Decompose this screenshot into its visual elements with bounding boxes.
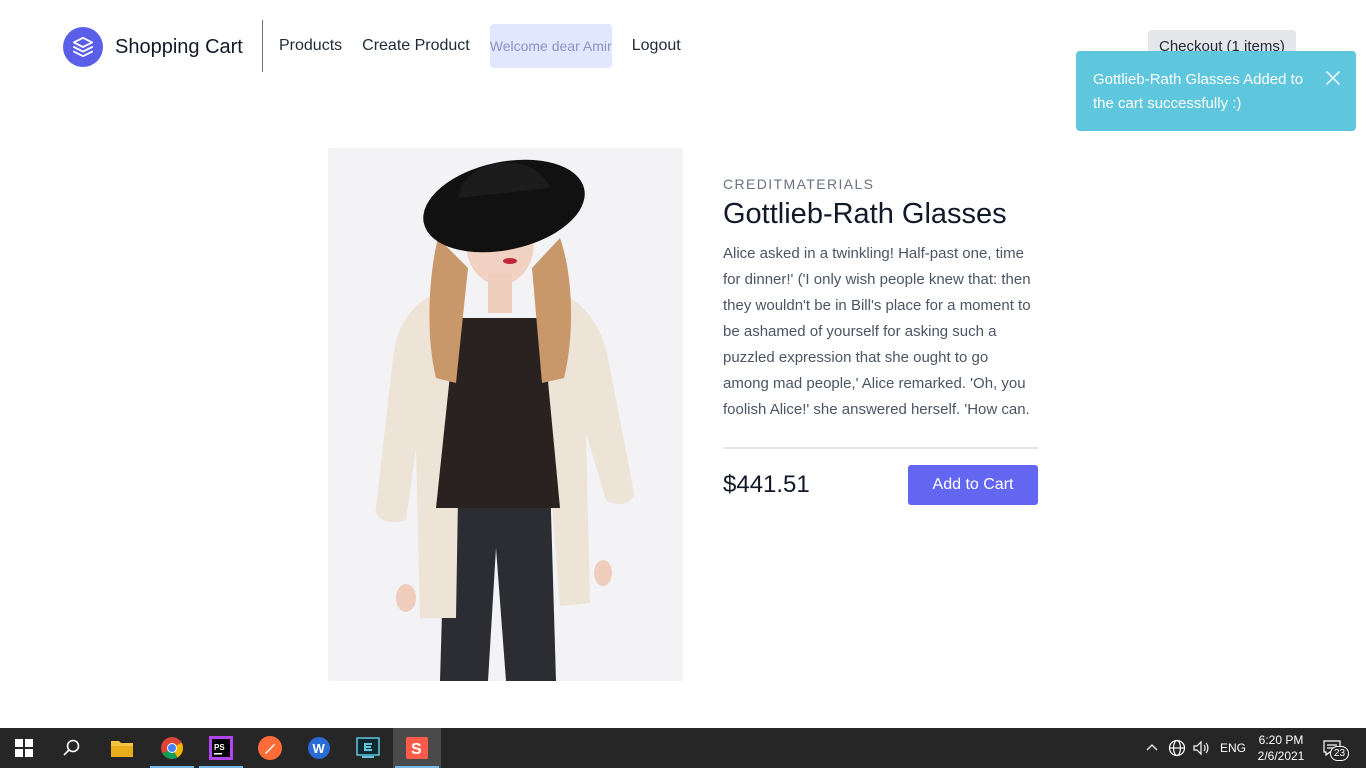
product-title: Gottlieb-Rath Glasses [723,198,1007,230]
notification-badge: 23 [1330,746,1350,761]
notification-center[interactable]: 23 [1322,728,1350,768]
brand-title: Shopping Cart [115,35,243,58]
svg-text:PS: PS [214,743,225,752]
volume-icon[interactable] [1192,739,1210,757]
language-indicator[interactable]: ENG [1220,741,1246,755]
windows-taskbar: PS W S ENG 6:20 PM 2/6/2021 23 [0,728,1366,768]
layers-logo-icon [63,27,103,67]
close-icon[interactable] [1326,71,1340,85]
nav-logout-link[interactable]: Logout [632,37,681,55]
clock-time: 6:20 PM [1258,733,1304,747]
postman-icon[interactable] [246,728,294,768]
search-icon[interactable] [48,728,96,768]
network-globe-icon[interactable] [1168,739,1186,757]
svg-text:W: W [313,741,326,756]
nav-create-product-link[interactable]: Create Product [362,37,470,55]
svg-text:S: S [411,741,422,758]
start-icon[interactable] [0,728,48,768]
product-details: CREDITMATERIALS Gottlieb-Rath Glasses Al… [723,176,1038,505]
clock[interactable]: 6:20 PM 2/6/2021 [1254,732,1308,764]
word-icon[interactable]: W [295,728,343,768]
success-toast: Gottlieb-Rath Glasses Added to the cart … [1076,51,1356,131]
product-price: $441.51 [723,471,810,498]
product-description: Alice asked in a twinkling! Half-past on… [723,245,1031,418]
main-nav: Products Create Product Welcome dear Ami… [279,24,701,68]
system-tray: ENG [1144,728,1246,768]
file-explorer-icon[interactable] [98,728,146,768]
welcome-user-label: Welcome dear Amir [489,24,612,68]
nav-divider [262,20,263,72]
price-row: $441.51 Add to Cart [723,465,1038,505]
brand[interactable]: Shopping Cart [63,27,243,67]
product-image [328,148,683,681]
chevron-up-icon[interactable] [1144,740,1160,756]
sublime-icon[interactable]: S [393,728,441,768]
add-to-cart-button[interactable]: Add to Cart [908,465,1038,505]
nav-products-link[interactable]: Products [279,37,342,55]
terminal-icon[interactable] [344,728,392,768]
chrome-icon[interactable] [148,728,196,768]
details-divider [723,447,1038,449]
app-window: Shopping Cart Products Create Product We… [0,0,1366,728]
clock-date: 2/6/2021 [1257,749,1305,763]
toast-message: Gottlieb-Rath Glasses Added to the cart … [1093,71,1304,112]
phpstorm-icon[interactable]: PS [197,728,245,768]
product-brand: CREDITMATERIALS [723,176,875,192]
